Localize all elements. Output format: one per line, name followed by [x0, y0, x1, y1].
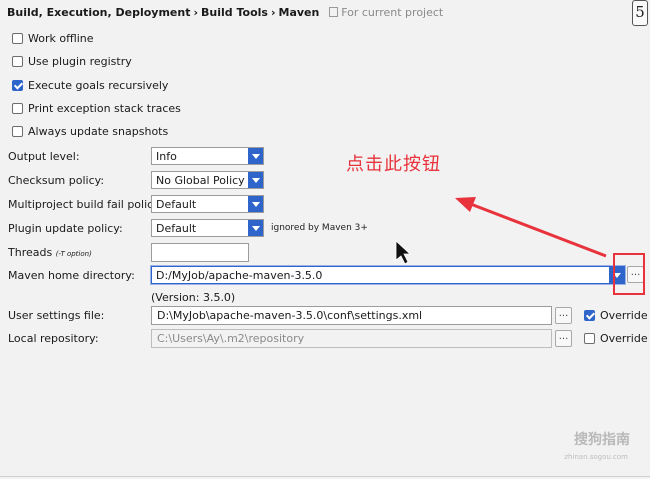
- divider: [0, 476, 650, 477]
- annotation-arrow: [395, 197, 607, 265]
- arrow-shaft: [467, 201, 607, 258]
- annotation-highlight-box: [613, 253, 645, 295]
- watermark-logo: 搜狗指南: [574, 432, 630, 448]
- mouse-cursor-icon: [395, 240, 412, 265]
- arrow-head: [455, 197, 476, 212]
- watermark-url: zhinan.sogou.com: [564, 453, 628, 461]
